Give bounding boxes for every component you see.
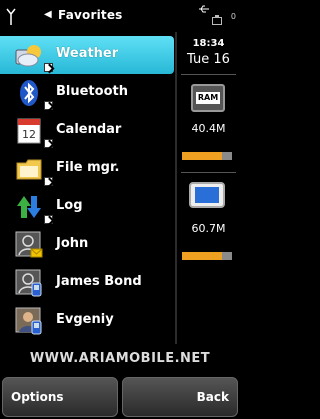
list-item-evgeniy[interactable]: Evgeniy xyxy=(0,302,174,340)
log-icon xyxy=(17,196,41,218)
contact-photo-icon xyxy=(15,307,42,335)
list-item-weather[interactable]: Weather xyxy=(0,36,174,74)
list-item-label: Bluetooth xyxy=(56,84,128,99)
clock-date: Tue 16 xyxy=(187,52,230,67)
ram-icon: RAM xyxy=(191,84,225,112)
list-item-label: Calendar xyxy=(56,122,122,137)
shortcut-icon xyxy=(44,139,53,148)
svg-text:12: 12 xyxy=(22,128,36,141)
ram-usage-fill xyxy=(182,152,222,160)
clock-time: 18:34 xyxy=(192,38,225,49)
list-item-james-bond[interactable]: James Bond xyxy=(0,264,174,302)
shortcut-icon xyxy=(44,63,53,72)
storage-usage-bar xyxy=(182,252,232,260)
shortcut-icon xyxy=(44,215,53,224)
back-button[interactable]: Back xyxy=(122,377,238,417)
list-item-label: File mgr. xyxy=(56,160,120,175)
signal-icon xyxy=(6,8,16,25)
ram-value: 40.4M xyxy=(191,122,226,135)
calendar-icon: 12 xyxy=(17,118,41,144)
memory-card-icon xyxy=(189,182,225,208)
ram-usage-bar xyxy=(182,152,232,160)
list-item-label: John xyxy=(56,236,89,251)
back-arrow-icon[interactable]: ◀ xyxy=(44,9,52,20)
softkey-bar: Options Back xyxy=(0,375,240,419)
storage-usage-fill xyxy=(182,252,222,260)
shortcut-icon xyxy=(44,177,53,186)
shortcut-icon xyxy=(44,101,53,110)
status-panel: 18:34 Tue 16 RAM 40.4M 60.7M xyxy=(177,32,240,344)
battery-icon xyxy=(212,15,222,25)
contact-icon xyxy=(15,269,42,297)
favorites-list: Weather Bluetooth 12 Calendar File mgr. xyxy=(0,32,174,344)
page-title: Favorites xyxy=(58,8,123,22)
weather-icon xyxy=(15,45,41,67)
list-item-label: Weather xyxy=(56,46,119,61)
divider xyxy=(181,74,236,75)
list-item-log[interactable]: Log xyxy=(0,188,174,226)
list-item-calendar[interactable]: 12 Calendar xyxy=(0,112,174,150)
list-item-bluetooth[interactable]: Bluetooth xyxy=(0,74,174,112)
list-item-label: Evgeniy xyxy=(56,312,114,327)
bluetooth-icon xyxy=(20,80,38,106)
folder-icon xyxy=(16,159,42,180)
contact-icon xyxy=(15,231,43,258)
options-button[interactable]: Options xyxy=(2,377,118,417)
usb-icon xyxy=(199,5,209,13)
list-item-label: James Bond xyxy=(56,274,142,289)
list-item-john[interactable]: John xyxy=(0,226,174,264)
storage-value: 60.7M xyxy=(191,222,226,235)
divider xyxy=(181,172,236,173)
watermark: WWW.ARIAMOBILE.NET xyxy=(29,351,211,366)
battery-level: 0 xyxy=(230,12,236,21)
list-item-file-manager[interactable]: File mgr. xyxy=(0,150,174,188)
list-item-label: Log xyxy=(56,198,83,213)
status-bar: ◀ Favorites 0 xyxy=(0,0,240,32)
